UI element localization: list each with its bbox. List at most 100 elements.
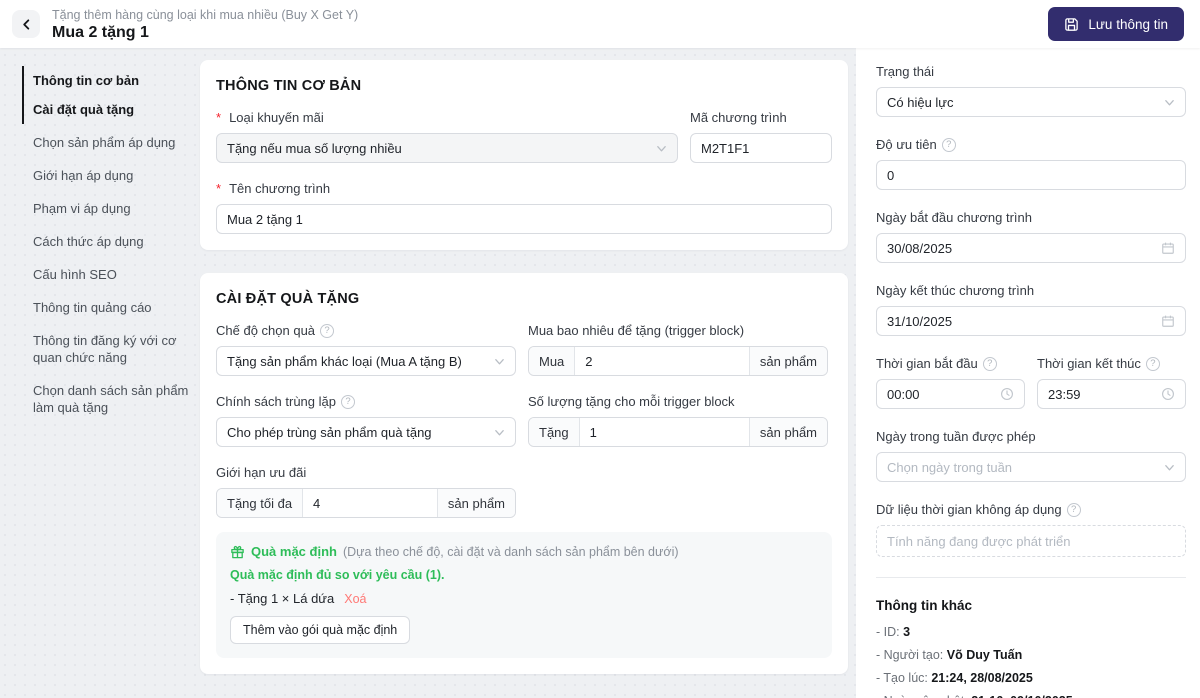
end-date-label: Ngày kết thúc chương trình xyxy=(876,283,1035,298)
main-content: THÔNG TIN CƠ BẢN * Loại khuyến mãi Tặng n… xyxy=(200,48,848,698)
other-info-section: Thông tin khác - ID: 3 - Người tạo: Võ D… xyxy=(876,598,1186,698)
start-time-label: Thời gian bắt đầu? xyxy=(876,356,1025,371)
help-icon[interactable]: ? xyxy=(340,394,355,409)
status-select[interactable]: Có hiệu lực xyxy=(876,87,1186,117)
gift-qty-suffix: sản phẩm xyxy=(748,418,827,446)
priority-input[interactable]: 0 xyxy=(876,160,1186,190)
excluded-time-label: Dữ liệu thời gian không áp dụng? xyxy=(876,502,1186,517)
save-button-label: Lưu thông tin xyxy=(1088,16,1168,32)
promo-code-value: M2T1F1 xyxy=(701,140,750,156)
gift-qty-input[interactable]: 1 xyxy=(580,418,749,446)
gift-settings-title: CÀI ĐẶT QUÀ TẶNG xyxy=(216,291,360,307)
promo-type-select[interactable]: Tặng nếu mua số lượng nhiều xyxy=(216,133,678,163)
status-value: Có hiệu lực xyxy=(887,94,954,110)
end-time-input[interactable]: 23:59 xyxy=(1037,379,1186,409)
sidebar-item-quang-cao[interactable]: Thông tin quảng cáo xyxy=(33,291,200,324)
sidebar-item-dang-ky[interactable]: Thông tin đăng ký với cơ quan chức năng xyxy=(33,324,200,374)
trigger-block-group: Mua 2 sản phẩm xyxy=(528,346,828,376)
start-time-value: 00:00 xyxy=(887,386,920,402)
other-info-id: - ID: 3 xyxy=(876,625,911,639)
calendar-icon xyxy=(1161,241,1175,255)
promo-name-label: * Tên chương trình xyxy=(216,181,331,196)
promo-code-input[interactable]: M2T1F1 xyxy=(690,133,832,163)
other-info-title: Thông tin khác xyxy=(876,598,972,613)
end-date-input[interactable]: 31/10/2025 xyxy=(876,306,1186,336)
status-label: Trạng thái xyxy=(876,64,935,79)
gift-qty-group: Tặng 1 sản phẩm xyxy=(528,417,828,447)
gift-qty-label: Số lượng tặng cho mỗi trigger block xyxy=(528,394,735,409)
add-default-gift-button[interactable]: Thêm vào gói quà mặc định xyxy=(230,616,411,644)
limit-label: Giới hạn ưu đãi xyxy=(216,465,307,480)
sidebar-item-thong-tin-co-ban[interactable]: Thông tin cơ bản xyxy=(33,66,200,95)
help-icon[interactable]: ? xyxy=(1145,356,1160,371)
sidebar-item-cai-dat-qua-tang[interactable]: Cài đặt quà tặng xyxy=(33,95,200,124)
excluded-time-placeholder: Tính năng đang được phát triển xyxy=(887,533,1071,549)
trigger-prefix: Mua xyxy=(529,347,576,375)
chevron-left-icon xyxy=(21,18,32,30)
gift-settings-card: CÀI ĐẶT QUÀ TẶNG Chế độ chọn quà? Tặng s… xyxy=(200,273,848,674)
start-time-input[interactable]: 00:00 xyxy=(876,379,1025,409)
promo-name-input[interactable]: Mua 2 tặng 1 xyxy=(216,204,832,234)
gift-mode-value: Tặng sản phẩm khác loại (Mua A tặng B) xyxy=(227,353,462,369)
calendar-icon xyxy=(1161,314,1175,328)
save-button[interactable]: Lưu thông tin xyxy=(1048,7,1184,41)
sidebar-item-gioi-han[interactable]: Giới hạn áp dụng xyxy=(33,159,200,192)
gift-mode-select[interactable]: Tặng sản phẩm khác loại (Mua A tặng B) xyxy=(216,346,516,376)
limit-suffix: sản phẩm xyxy=(436,489,515,517)
start-date-input[interactable]: 30/08/2025 xyxy=(876,233,1186,263)
page-header: Tặng thêm hàng cùng loại khi mua nhiều (… xyxy=(0,0,1200,48)
limit-qty-input[interactable]: 4 xyxy=(303,489,437,517)
help-icon[interactable]: ? xyxy=(941,137,956,152)
sidebar-item-chon-san-pham[interactable]: Chọn sản phẩm áp dụng xyxy=(33,126,200,159)
clock-icon xyxy=(1000,387,1014,401)
basic-info-title: THÔNG TIN CƠ BẢN xyxy=(216,78,362,94)
dup-policy-label: Chính sách trùng lặp? xyxy=(216,394,516,409)
priority-value: 0 xyxy=(887,167,895,183)
promo-type-label: * Loại khuyến mãi xyxy=(216,110,324,125)
basic-info-card: THÔNG TIN CƠ BẢN * Loại khuyến mãi Tặng n… xyxy=(200,60,848,250)
start-date-value: 30/08/2025 xyxy=(887,240,953,256)
gift-icon xyxy=(230,544,245,559)
sidebar-item-pham-vi[interactable]: Phạm vi áp dụng xyxy=(33,192,200,225)
default-gift-item: - Tặng 1 × Lá dứa Xoá xyxy=(230,591,367,606)
help-icon[interactable]: ? xyxy=(982,356,997,371)
clock-icon xyxy=(1161,387,1175,401)
other-info-creator: - Người tạo: Võ Duy Tuấn xyxy=(876,648,1023,662)
help-icon[interactable]: ? xyxy=(1066,502,1081,517)
other-info-created: - Tạo lúc: 21:24, 28/08/2025 xyxy=(876,671,1033,685)
trigger-block-label: Mua bao nhiêu để tặng (trigger block) xyxy=(528,323,745,338)
weekdays-select[interactable]: Chọn ngày trong tuần xyxy=(876,452,1186,482)
help-icon[interactable]: ? xyxy=(320,323,335,338)
nav-active-indicator: Thông tin cơ bản Cài đặt quà tặng xyxy=(22,66,200,124)
trigger-qty-input[interactable]: 2 xyxy=(575,347,749,375)
promo-code-label: Mã chương trình xyxy=(690,110,787,125)
sidebar-item-seo[interactable]: Cấu hình SEO xyxy=(33,258,200,291)
priority-label: Độ ưu tiên? xyxy=(876,137,1186,152)
limit-group: Tặng tối đa 4 sản phẩm xyxy=(216,488,516,518)
trigger-suffix: sản phẩm xyxy=(748,347,827,375)
end-time-value: 23:59 xyxy=(1048,386,1081,402)
gift-qty-prefix: Tặng xyxy=(529,418,580,446)
start-date-label: Ngày bắt đầu chương trình xyxy=(876,210,1032,225)
dup-policy-value: Cho phép trùng sản phẩm quà tặng xyxy=(227,424,432,440)
end-time-label: Thời gian kết thúc? xyxy=(1037,356,1186,371)
gift-mode-label: Chế độ chọn quà? xyxy=(216,323,516,338)
default-gift-panel: Quà mặc định (Dựa theo chế độ, cài đặt v… xyxy=(216,532,832,658)
promo-type-value: Tặng nếu mua số lượng nhiều xyxy=(227,140,402,156)
sidebar-item-danh-sach-qua[interactable]: Chọn danh sách sản phẩm làm quà tặng xyxy=(33,374,200,424)
default-gift-status: Quà mặc định đủ so với yêu cầu (1). xyxy=(230,568,445,582)
sidebar-item-cach-thuc[interactable]: Cách thức áp dụng xyxy=(33,225,200,258)
promo-name-value: Mua 2 tặng 1 xyxy=(227,211,303,227)
page-subtitle: Tặng thêm hàng cùng loại khi mua nhiều (… xyxy=(52,7,359,22)
remove-gift-link[interactable]: Xoá xyxy=(344,592,366,606)
other-info-updated: - Ngày cập nhật: 21:16, 09/10/2025 xyxy=(876,694,1186,698)
chevron-down-icon xyxy=(1164,462,1175,473)
chevron-down-icon xyxy=(656,143,667,154)
dup-policy-select[interactable]: Cho phép trùng sản phẩm quà tặng xyxy=(216,417,516,447)
page-title: Mua 2 tặng 1 xyxy=(52,23,149,41)
chevron-down-icon xyxy=(494,356,505,367)
back-button[interactable] xyxy=(12,10,40,38)
limit-prefix: Tặng tối đa xyxy=(217,489,304,517)
weekdays-label: Ngày trong tuần được phép xyxy=(876,429,1036,444)
chevron-down-icon xyxy=(494,427,505,438)
